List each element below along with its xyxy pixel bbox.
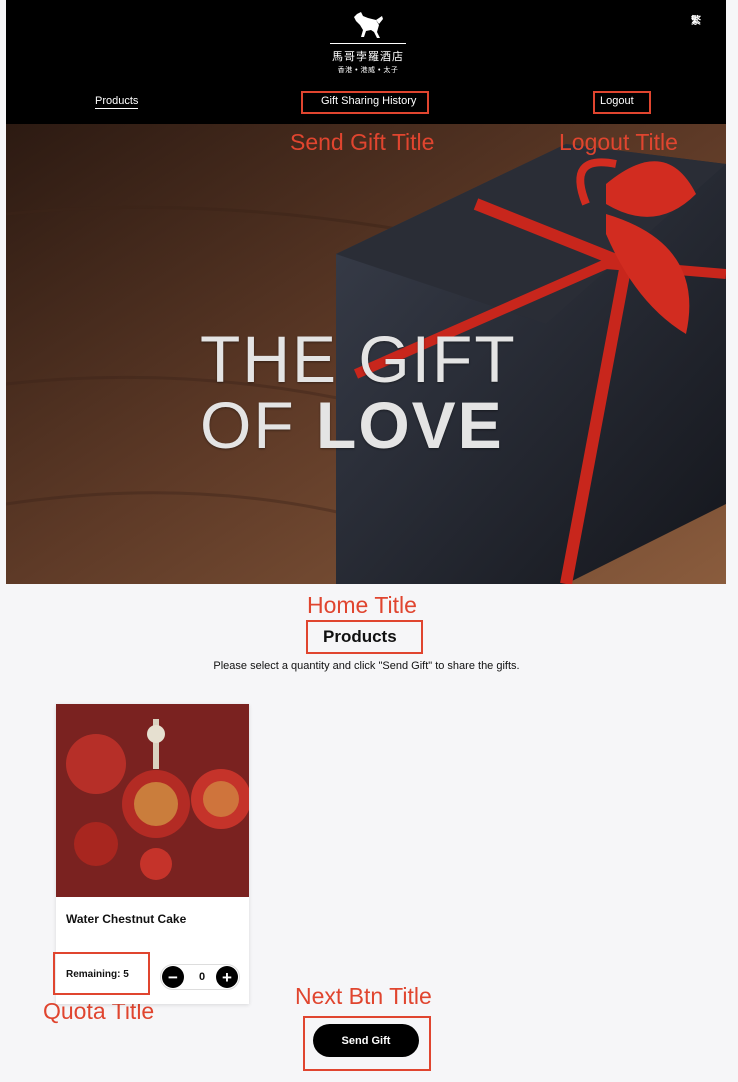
plus-icon: + bbox=[222, 967, 232, 987]
product-name: Water Chestnut Cake bbox=[66, 912, 187, 926]
hero-title-line2: OF LOVE bbox=[200, 392, 550, 458]
nav-products[interactable]: Products bbox=[95, 95, 139, 109]
lantern-image-icon bbox=[56, 704, 249, 897]
minus-icon: − bbox=[168, 967, 178, 987]
hotel-logo[interactable]: 馬哥孛羅酒店 香港 • 港威 • 太子 bbox=[320, 10, 416, 75]
quantity-stepper: − 0 + bbox=[160, 964, 240, 990]
hero-title-love: LOVE bbox=[316, 388, 504, 462]
logo-divider bbox=[330, 43, 406, 44]
nav-gift-sharing-history[interactable]: Gift Sharing History bbox=[321, 95, 416, 107]
logo-hotel-name: 馬哥孛羅酒店 bbox=[332, 50, 404, 63]
product-image bbox=[56, 704, 249, 897]
annotation-home-title: Home Title bbox=[307, 592, 417, 618]
hero-title-of: OF bbox=[200, 388, 316, 462]
annotation-logout-title: Logout Title bbox=[559, 129, 678, 155]
quantity-value: 0 bbox=[198, 971, 206, 983]
horse-logo-icon bbox=[354, 12, 383, 38]
hero-title-line1: THE GIFT bbox=[200, 322, 517, 396]
hero-title: THE GIFT OF LOVE bbox=[200, 326, 550, 458]
increase-quantity-button[interactable]: + bbox=[216, 966, 238, 988]
instruction-text: Please select a quantity and click "Send… bbox=[213, 660, 520, 672]
nav-logout[interactable]: Logout bbox=[600, 95, 634, 107]
logo-locations: 香港 • 港威 • 太子 bbox=[337, 67, 399, 74]
product-remaining: Remaining: 5 bbox=[66, 969, 129, 980]
decrease-quantity-button[interactable]: − bbox=[162, 966, 184, 988]
send-gift-button[interactable]: Send Gift bbox=[313, 1024, 419, 1057]
annotation-send-gift-title: Send Gift Title bbox=[290, 129, 435, 155]
section-title: Products bbox=[323, 627, 397, 646]
annotation-next-btn-title: Next Btn Title bbox=[295, 983, 432, 1009]
product-card: Water Chestnut Cake Remaining: 5 − 0 + bbox=[53, 704, 249, 1004]
language-toggle[interactable]: 繁 bbox=[691, 12, 701, 27]
